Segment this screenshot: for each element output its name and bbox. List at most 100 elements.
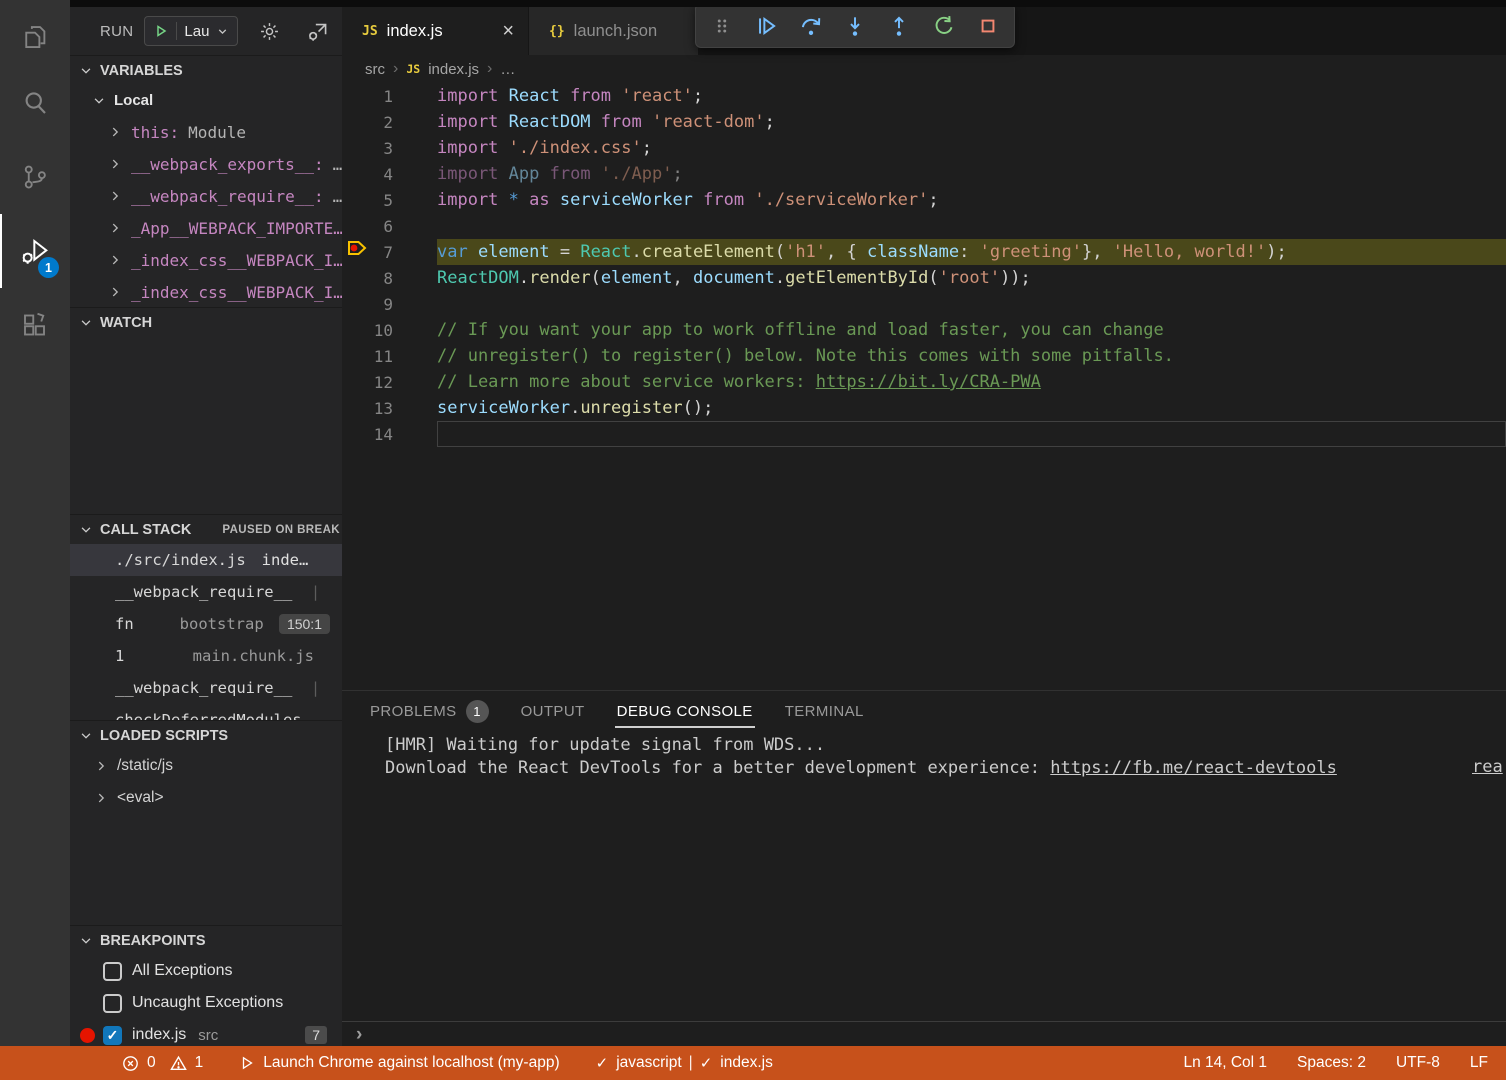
- breakpoints-section: BREAKPOINTS All ExceptionsUncaught Excep…: [70, 925, 342, 1046]
- close-tab-icon[interactable]: ×: [502, 21, 514, 41]
- frame-location-badge: 150:1: [279, 614, 330, 634]
- launch-config-dropdown[interactable]: Lau: [144, 16, 238, 46]
- code-line[interactable]: 5import * as serviceWorker from './servi…: [342, 187, 1506, 213]
- call-stack-frame[interactable]: fnbootstrap150:1: [70, 608, 342, 640]
- line-number: 6: [342, 217, 437, 236]
- loaded-script-item[interactable]: /static/js: [70, 750, 342, 782]
- tab-problems[interactable]: PROBLEMS 1: [370, 691, 489, 731]
- breakpoint-checkbox[interactable]: [103, 962, 122, 981]
- scope-local[interactable]: Local: [70, 85, 342, 116]
- code-line[interactable]: 9: [342, 291, 1506, 317]
- line-number: 5: [342, 191, 437, 210]
- breakpoint-checkbox[interactable]: [103, 994, 122, 1013]
- explorer-icon[interactable]: [0, 0, 70, 66]
- chevron-right-icon: [108, 157, 122, 171]
- code-line[interactable]: 10// If you want your app to work offlin…: [342, 317, 1506, 343]
- gear-icon[interactable]: [258, 20, 281, 43]
- code-line[interactable]: 12// Learn more about service workers: h…: [342, 369, 1506, 395]
- run-debug-icon[interactable]: 1: [0, 214, 70, 288]
- watch-header[interactable]: WATCH: [70, 307, 342, 337]
- restart-button[interactable]: [930, 12, 958, 40]
- line-number: 8: [342, 269, 437, 288]
- code-line[interactable]: 6: [342, 213, 1506, 239]
- loaded-script-item[interactable]: <eval>: [70, 782, 342, 814]
- breadcrumb[interactable]: src › JS index.js › …: [342, 55, 1506, 83]
- window-top-edge: [0, 0, 1506, 7]
- step-into-button[interactable]: [841, 12, 869, 40]
- panel-tab-bar: PROBLEMS 1 OUTPUT DEBUG CONSOLE TERMINAL: [342, 691, 1506, 731]
- prompt-chevron-icon: ›: [356, 1025, 362, 1044]
- breakpoint-row[interactable]: ✓index.jssrc7: [70, 1019, 342, 1046]
- task-javascript-status[interactable]: ✓ javascript: [596, 1054, 682, 1072]
- stop-button[interactable]: [974, 12, 1002, 40]
- tab-terminal[interactable]: TERMINAL: [785, 691, 864, 731]
- extensions-icon[interactable]: [0, 288, 70, 362]
- console-source-link[interactable]: rea: [1472, 757, 1503, 777]
- variable-row[interactable]: _index_css__WEBPACK_I…: [70, 244, 342, 276]
- breakpoint-count-badge: 7: [305, 1026, 327, 1044]
- call-stack-header[interactable]: CALL STACK PAUSED ON BREAK: [70, 514, 342, 544]
- variable-row[interactable]: _index_css__WEBPACK_I…: [70, 276, 342, 308]
- variable-row[interactable]: __webpack_exports__:…: [70, 148, 342, 180]
- breakpoint-row[interactable]: All Exceptions: [70, 955, 342, 987]
- chevron-right-icon: ›: [393, 60, 398, 78]
- breakpoint-row[interactable]: Uncaught Exceptions: [70, 987, 342, 1019]
- line-number: 9: [342, 295, 437, 314]
- watch-section: WATCH: [70, 307, 342, 337]
- chevron-down-icon: [79, 934, 93, 948]
- code-line[interactable]: 3import './index.css';: [342, 135, 1506, 161]
- search-icon[interactable]: [0, 66, 70, 140]
- tab-debug-console[interactable]: DEBUG CONSOLE: [617, 691, 753, 731]
- config-name: Lau: [184, 23, 209, 40]
- line-number: 10: [342, 321, 437, 340]
- variable-row[interactable]: _App__WEBPACK_IMPORTE…: [70, 212, 342, 244]
- code-line[interactable]: 14: [342, 421, 1506, 447]
- code-line[interactable]: 7var element = React.createElement('h1',…: [342, 239, 1506, 265]
- call-stack-frame[interactable]: __webpack_require__|: [70, 576, 342, 608]
- task-indexjs-status[interactable]: ✓ index.js: [700, 1054, 773, 1072]
- code-line[interactable]: 4import App from './App';: [342, 161, 1506, 187]
- debug-console-input[interactable]: ›: [342, 1021, 1506, 1046]
- tab-launch-json[interactable]: {} launch.json: [528, 7, 698, 55]
- call-stack-frame[interactable]: checkDeferredModules: [70, 704, 342, 720]
- cursor-position-status[interactable]: Ln 14, Col 1: [1183, 1054, 1267, 1072]
- problems-status[interactable]: 0 1: [122, 1054, 203, 1072]
- launch-config-status[interactable]: Launch Chrome against localhost (my-app): [239, 1054, 559, 1072]
- debug-console-output: [HMR] Waiting for update signal from WDS…: [342, 731, 1506, 780]
- encoding-status[interactable]: UTF-8: [1396, 1054, 1440, 1072]
- variables-header[interactable]: VARIABLES: [70, 55, 342, 85]
- js-file-icon: JS: [362, 24, 378, 39]
- console-link[interactable]: https://fb.me/react-devtools: [1050, 758, 1337, 778]
- breakpoint-checkbox[interactable]: ✓: [103, 1026, 122, 1045]
- code-line[interactable]: 11// unregister() to register() below. N…: [342, 343, 1506, 369]
- continue-button[interactable]: [752, 12, 780, 40]
- line-number: 3: [342, 139, 437, 158]
- dropdown-divider: [176, 22, 177, 40]
- code-line[interactable]: 1import React from 'react';: [342, 83, 1506, 109]
- code-line[interactable]: 2import ReactDOM from 'react-dom';: [342, 109, 1506, 135]
- variable-row[interactable]: this:Module: [70, 116, 342, 148]
- code-line[interactable]: 13serviceWorker.unregister();: [342, 395, 1506, 421]
- drag-grip-icon[interactable]: [708, 12, 736, 40]
- eol-status[interactable]: LF: [1470, 1054, 1488, 1072]
- problems-badge: 1: [466, 700, 489, 723]
- start-debugging-button[interactable]: [153, 23, 169, 39]
- tab-output[interactable]: OUTPUT: [521, 691, 585, 731]
- step-over-button[interactable]: [797, 12, 825, 40]
- call-stack-frame[interactable]: 1main.chunk.js: [70, 640, 342, 672]
- line-number: 12: [342, 373, 437, 392]
- indentation-status[interactable]: Spaces: 2: [1297, 1054, 1366, 1072]
- step-out-button[interactable]: [885, 12, 913, 40]
- variable-row[interactable]: __webpack_require__:…: [70, 180, 342, 212]
- activity-bar: 1: [0, 0, 70, 1046]
- code-line[interactable]: 8ReactDOM.render(element, document.getEl…: [342, 265, 1506, 291]
- source-control-icon[interactable]: [0, 140, 70, 214]
- loaded-scripts-header[interactable]: LOADED SCRIPTS: [70, 720, 342, 750]
- tab-index-js[interactable]: JS index.js ×: [342, 7, 528, 55]
- code-editor[interactable]: 1import React from 'react';2import React…: [342, 83, 1506, 447]
- call-stack-frame[interactable]: __webpack_require__|: [70, 672, 342, 704]
- call-stack-frame[interactable]: ./src/index.jsinde…: [70, 544, 342, 576]
- open-debug-console-icon[interactable]: [305, 18, 331, 44]
- breakpoints-header[interactable]: BREAKPOINTS: [70, 925, 342, 955]
- chevron-down-icon: [92, 94, 106, 108]
